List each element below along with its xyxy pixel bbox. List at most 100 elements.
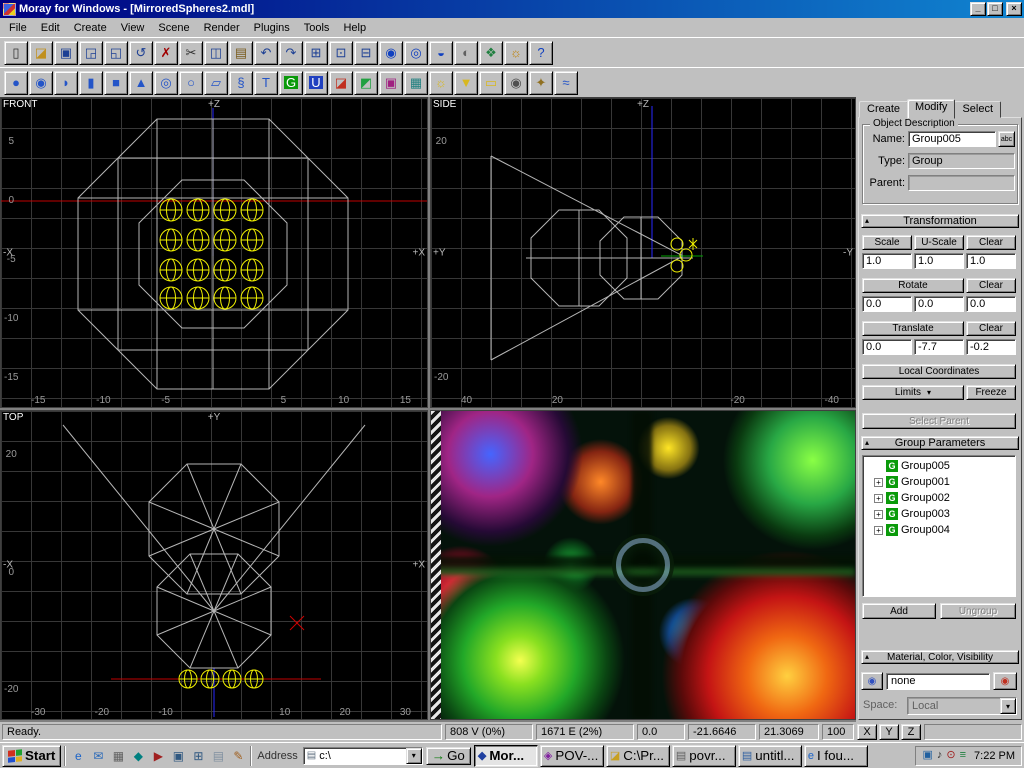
task-folder[interactable]: ◪ C:\Pr... — [606, 745, 670, 767]
render-scene-icon[interactable]: ◉ — [379, 41, 403, 65]
scale-button[interactable]: Scale — [862, 235, 912, 250]
tree-item[interactable]: + G Group004 — [864, 522, 1014, 538]
add-button[interactable]: Add — [862, 603, 936, 619]
render-preview-viewport[interactable] — [430, 410, 856, 720]
tray-network-icon[interactable]: ≡ — [960, 750, 966, 761]
panel-tab[interactable]: Modify — [907, 99, 955, 119]
local-coordinates-button[interactable]: Local Coordinates — [862, 364, 1016, 379]
abc-button[interactable]: abc — [998, 131, 1015, 147]
intersection-tool-icon[interactable]: ◩ — [354, 71, 378, 95]
camera-tool-icon[interactable]: ◉ — [504, 71, 528, 95]
rotate-left-icon[interactable]: ↶ — [254, 41, 278, 65]
close-button[interactable]: × — [1006, 2, 1022, 16]
limits-button[interactable]: Limits ▾ — [862, 385, 964, 400]
box-tool-icon[interactable]: ■ — [104, 71, 128, 95]
group-parameters-header[interactable]: ▴ Group Parameters — [861, 436, 1019, 450]
render-window-icon[interactable]: ◎ — [404, 41, 428, 65]
task-untitled[interactable]: ▤ untitl... — [738, 745, 802, 767]
panel-tab[interactable]: Select — [954, 101, 1001, 118]
lathe-tool-icon[interactable]: § — [229, 71, 253, 95]
rotate-button[interactable]: Rotate — [862, 278, 964, 293]
rotate-value-input[interactable]: 0.0 — [966, 296, 1016, 312]
rotate-value-input[interactable]: 0.0 — [914, 296, 964, 312]
export-pov-icon[interactable]: ◱ — [104, 41, 128, 65]
cut-icon[interactable]: ✂ — [179, 41, 203, 65]
tray-scheduler-icon[interactable]: ⊙ — [946, 750, 955, 761]
paste-icon[interactable]: ▤ — [229, 41, 253, 65]
address-combo[interactable]: ▤ c:\ ▾ — [303, 747, 423, 765]
maximize-button[interactable]: □ — [987, 2, 1003, 16]
menu-item[interactable]: Create — [67, 20, 114, 36]
internet-explorer-icon[interactable]: e — [69, 747, 87, 765]
paint-icon[interactable]: ✎ — [229, 747, 247, 765]
union-tool-icon[interactable]: U — [304, 71, 328, 95]
undo-icon[interactable]: ↺ — [129, 41, 153, 65]
pov-settings-icon[interactable]: ☼ — [504, 41, 528, 65]
outlook-express-icon[interactable]: ✉ — [89, 747, 107, 765]
u-scale-button[interactable]: U-Scale — [914, 235, 964, 250]
import-model-icon[interactable]: ◲ — [79, 41, 103, 65]
blob-tool-icon[interactable]: ◉ — [29, 71, 53, 95]
new-file-icon[interactable]: ▯ — [4, 41, 28, 65]
select-parent-button[interactable]: Select Parent — [862, 413, 1016, 429]
render-region-icon[interactable]: ◒ — [429, 41, 453, 65]
tree-item[interactable]: + G Group005 — [864, 458, 1014, 474]
my-computer-icon[interactable]: ▣ — [169, 747, 187, 765]
axis-toggle-button[interactable]: Z — [901, 724, 921, 740]
top-viewport[interactable]: TOP +Y -X +X 200-20 -30-20-10102030 — [0, 410, 428, 720]
tree-expand-icon[interactable]: + — [874, 526, 883, 535]
translate-value-input[interactable]: -0.2 — [966, 339, 1016, 355]
difference-tool-icon[interactable]: ◪ — [329, 71, 353, 95]
copy-icon[interactable]: ◫ — [204, 41, 228, 65]
start-button[interactable]: Start — [2, 745, 61, 767]
tree-expand-icon[interactable]: + — [874, 494, 883, 503]
rotate-value-input[interactable]: 0.0 — [862, 296, 912, 312]
notepad-icon[interactable]: ▤ — [209, 747, 227, 765]
translate-value-input[interactable]: -7.7 — [914, 339, 964, 355]
clear-scale-button[interactable]: Clear — [966, 235, 1016, 250]
panel-tab[interactable]: Create — [859, 101, 908, 118]
material-header[interactable]: ▴ Material, Color, Visibility — [861, 650, 1019, 664]
menu-item[interactable]: Scene — [151, 20, 196, 36]
tree-item[interactable]: + G Group002 — [864, 490, 1014, 506]
front-viewport[interactable]: FRONT +Z -X +X 50-5-10-15 -15-10-551015 — [0, 97, 428, 408]
scale-value-input[interactable]: 1.0 — [966, 253, 1016, 269]
cone-tool-icon[interactable]: ▲ — [129, 71, 153, 95]
material-preview-button[interactable]: ◉ — [861, 672, 883, 690]
view-channels-icon[interactable]: ◆ — [129, 747, 147, 765]
plane-tool-icon[interactable]: ▱ — [204, 71, 228, 95]
udo-tool-icon[interactable]: ✦ — [529, 71, 553, 95]
clear-rotate-button[interactable]: Clear — [966, 278, 1016, 293]
tree-expand-icon[interactable]: + — [874, 510, 883, 519]
name-input[interactable]: Group005 — [908, 131, 996, 147]
menu-item[interactable]: Help — [336, 20, 373, 36]
delete-icon[interactable]: ✗ — [154, 41, 178, 65]
axis-constrain-icon[interactable]: ⊟ — [354, 41, 378, 65]
torus-tool-icon[interactable]: ◎ — [154, 71, 178, 95]
merge-tool-icon[interactable]: ▣ — [379, 71, 403, 95]
material-edit-button[interactable]: ◉ — [993, 672, 1017, 690]
heightfield-tool-icon[interactable]: ▦ — [404, 71, 428, 95]
menu-item[interactable]: Plugins — [247, 20, 297, 36]
menu-item[interactable]: View — [114, 20, 152, 36]
scale-value-input[interactable]: 1.0 — [914, 253, 964, 269]
tray-volume-icon[interactable]: ♪ — [937, 750, 943, 761]
rotate-right-icon[interactable]: ↷ — [279, 41, 303, 65]
side-viewport[interactable]: SIDE +Z +Y -Y 20-20 4020-20-40 — [430, 97, 856, 408]
space-dropdown-icon[interactable]: ▾ — [1000, 698, 1016, 714]
menu-item[interactable]: Render — [197, 20, 247, 36]
grid-icon[interactable]: ⊞ — [304, 41, 328, 65]
go-button[interactable]: → Go — [426, 747, 471, 765]
menu-item[interactable]: Tools — [297, 20, 337, 36]
media-player-icon[interactable]: ▶ — [149, 747, 167, 765]
ellipsoid-tool-icon[interactable]: ◗ — [54, 71, 78, 95]
disc-tool-icon[interactable]: ○ — [179, 71, 203, 95]
arealight-tool-icon[interactable]: ▭ — [479, 71, 503, 95]
spotlight-tool-icon[interactable]: ▼ — [454, 71, 478, 95]
network-icon[interactable]: ⊞ — [189, 747, 207, 765]
space-combo[interactable]: Local ▾ — [907, 697, 1017, 715]
group-tree[interactable]: + G Group005 + G Group001 + G Group002 — [862, 455, 1016, 597]
help-icon[interactable]: ? — [529, 41, 553, 65]
group-tool-icon[interactable]: G — [279, 71, 303, 95]
save-file-icon[interactable]: ▣ — [54, 41, 78, 65]
